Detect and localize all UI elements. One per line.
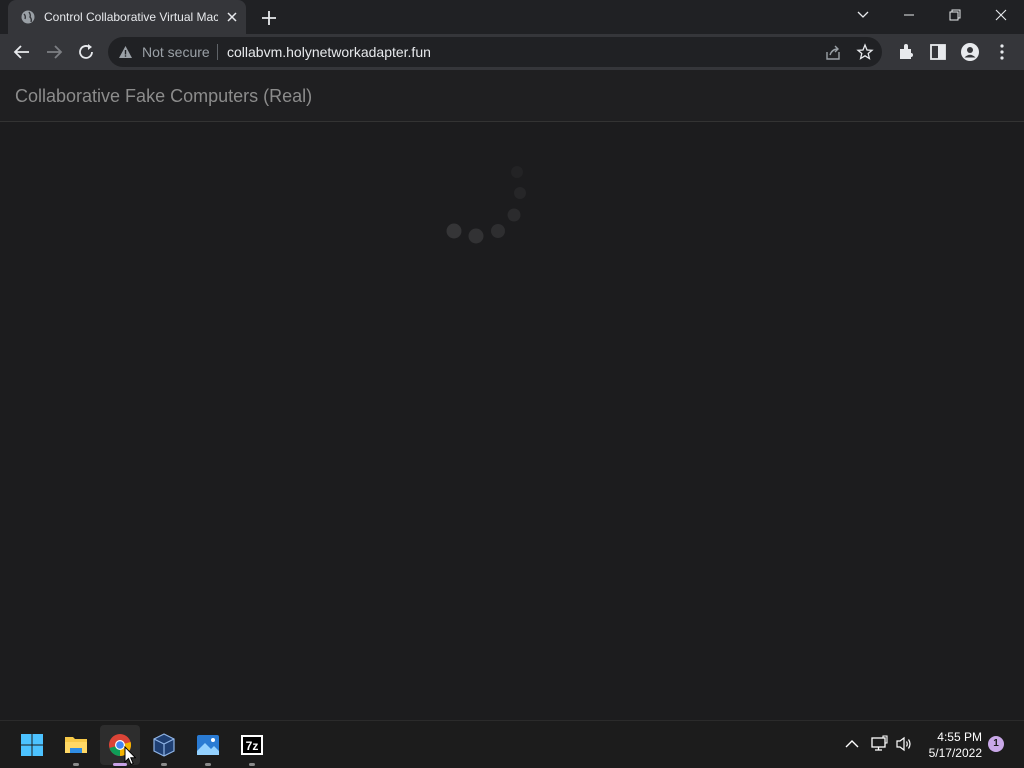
close-tab-icon[interactable] [224, 9, 240, 25]
folder-icon [65, 737, 87, 753]
restore-icon [949, 9, 961, 21]
minimize-button[interactable] [886, 0, 932, 30]
extensions-icon[interactable] [896, 42, 916, 62]
7zip-icon: 7z [241, 735, 263, 755]
taskbar: 7z 4:55 PM 5/17/2022 1 [0, 720, 1024, 768]
warning-icon[interactable] [118, 45, 133, 59]
taskbar-photos[interactable] [188, 725, 228, 766]
7zip-label: 7z [246, 739, 259, 753]
running-indicator [161, 763, 167, 766]
taskbar-virtualbox[interactable] [144, 725, 184, 766]
browser-toolbar: Not secure collabvm.holynetworkadapter.f… [0, 34, 1024, 70]
taskbar-7zip[interactable]: 7z [232, 725, 272, 766]
menu-icon[interactable] [992, 42, 1012, 62]
site-brand[interactable]: Collaborative Fake Computers (Real) [15, 86, 312, 106]
reload-icon[interactable] [76, 42, 96, 62]
taskbar-file-explorer[interactable] [56, 725, 96, 766]
site-navbar: Collaborative Fake Computers (Real) [0, 70, 1024, 122]
screen: Control Collaborative Virtual Machines [0, 0, 1024, 768]
photos-icon [197, 735, 219, 755]
profile-icon[interactable] [960, 42, 980, 62]
virtualbox-icon [153, 733, 175, 757]
omnibox-divider [217, 44, 218, 60]
network-icon[interactable] [870, 735, 888, 753]
address-bar[interactable]: Not secure collabvm.holynetworkadapter.f… [108, 37, 882, 67]
chevron-down-icon [857, 11, 869, 18]
share-icon[interactable] [824, 44, 842, 62]
close-icon [995, 9, 1007, 21]
tab-search-button[interactable] [840, 0, 886, 30]
running-indicator [249, 763, 255, 766]
windows-icon [21, 734, 43, 756]
restore-button[interactable] [932, 0, 978, 30]
browser-tab-strip: Control Collaborative Virtual Machines [0, 0, 1024, 34]
clock-time: 4:55 PM [937, 730, 982, 744]
tab-title: Control Collaborative Virtual Machines [44, 10, 218, 24]
loading-spinner-icon [446, 166, 526, 244]
close-window-button[interactable] [978, 0, 1024, 30]
volume-icon[interactable] [895, 735, 913, 753]
side-panel-icon[interactable] [928, 42, 948, 62]
page-content: Collaborative Fake Computers (Real) [0, 70, 1024, 720]
start-button[interactable] [12, 725, 52, 765]
browser-tab[interactable]: Control Collaborative Virtual Machines [8, 0, 246, 34]
arrow-left-icon[interactable] [12, 42, 32, 62]
url-text[interactable]: collabvm.holynetworkadapter.fun [227, 45, 431, 60]
system-clock[interactable]: 4:55 PM 5/17/2022 [918, 729, 982, 761]
running-indicator [73, 763, 79, 766]
security-status[interactable]: Not secure [142, 45, 210, 60]
minimize-icon [904, 14, 914, 16]
running-indicator [205, 763, 211, 766]
notification-badge[interactable]: 1 [988, 736, 1004, 752]
star-icon[interactable] [856, 43, 874, 61]
arrow-right-icon[interactable] [44, 42, 64, 62]
chevron-up-icon[interactable] [843, 735, 861, 753]
mouse-cursor-icon [124, 746, 136, 766]
clock-date: 5/17/2022 [928, 746, 982, 760]
globe-icon [21, 10, 35, 24]
new-tab-plus-icon[interactable] [258, 7, 280, 29]
